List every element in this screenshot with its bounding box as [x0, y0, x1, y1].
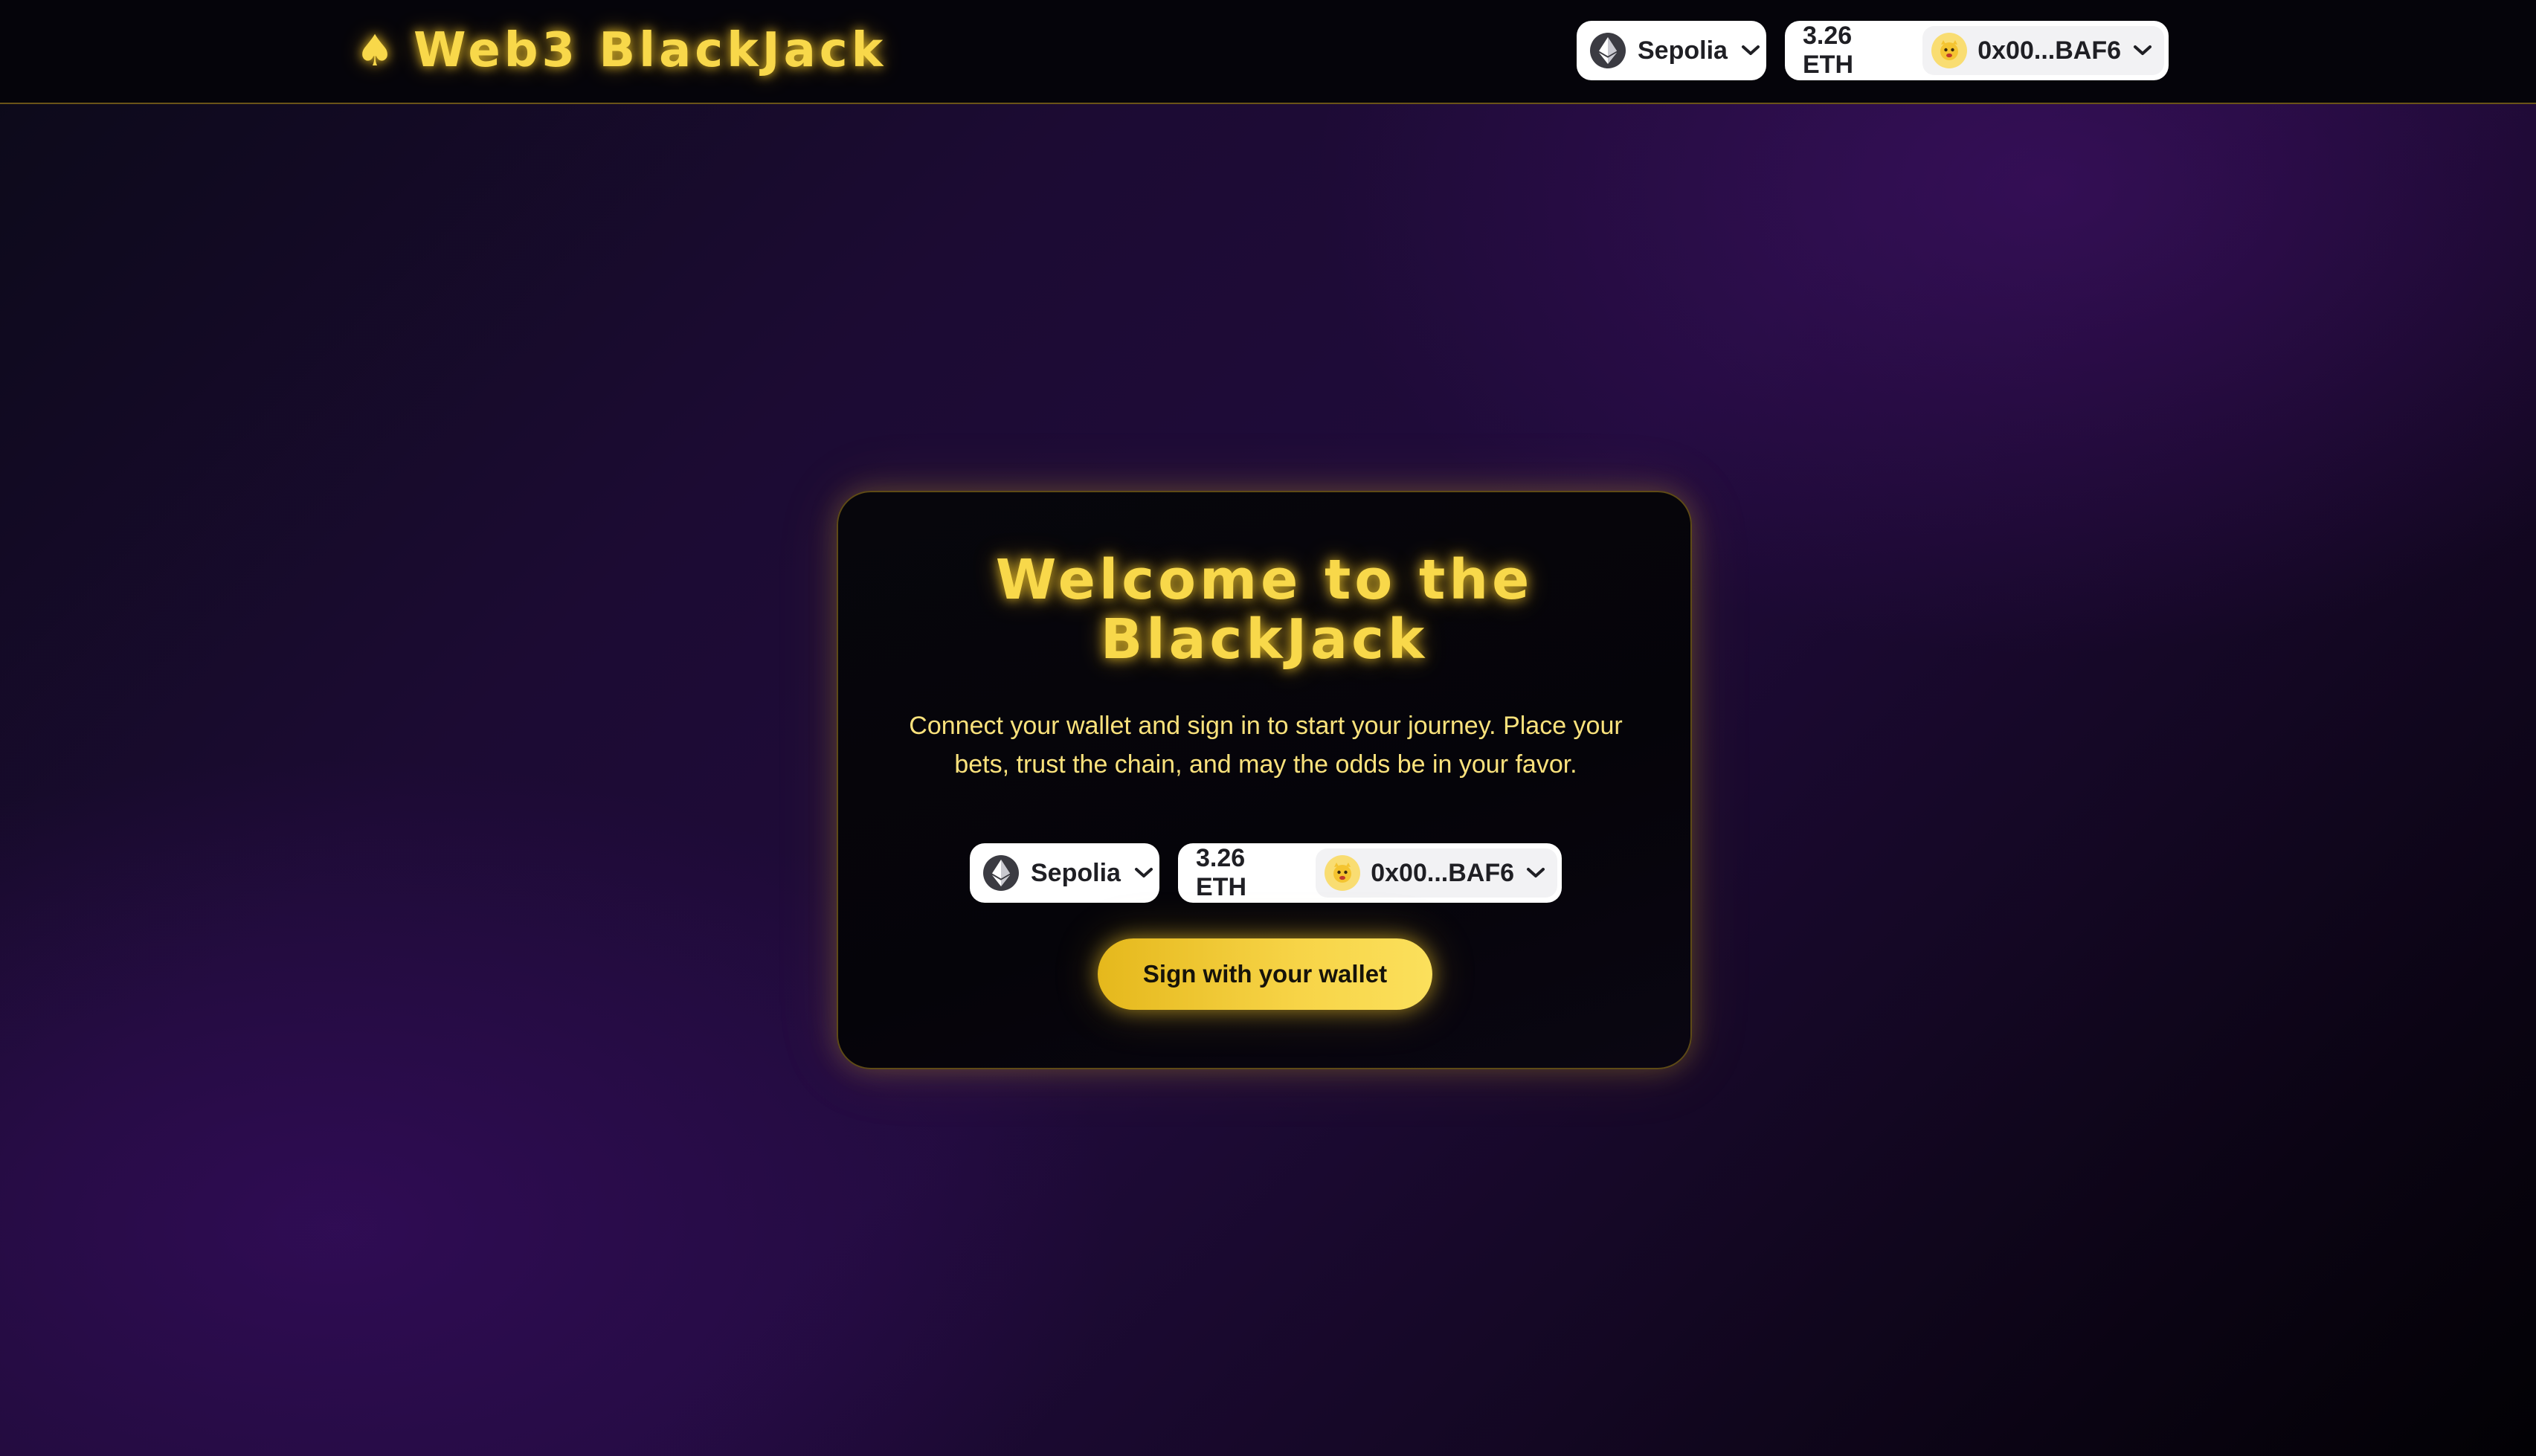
- wallet-address: 0x00...BAF6: [1977, 36, 2121, 65]
- welcome-title: Welcome to the BlackJack: [838, 550, 1690, 669]
- account-button[interactable]: 3.26 ETH 0x00...BAF6: [1785, 21, 2169, 80]
- wallet-balance: 3.26 ETH: [1803, 22, 1853, 79]
- ethereum-icon: [983, 855, 1019, 891]
- card-network-selector-button[interactable]: Sepolia: [970, 843, 1159, 903]
- spade-icon: ♠: [355, 25, 394, 76]
- welcome-card: Welcome to the BlackJack Connect your wa…: [837, 491, 1692, 1069]
- brand-title: Web3 BlackJack: [413, 23, 887, 78]
- chevron-down-icon: [1134, 862, 1153, 884]
- welcome-title-line-1: Welcome to the: [995, 548, 1533, 612]
- chevron-down-icon: [1741, 39, 1760, 62]
- top-navbar: ♠ Web3 BlackJack Sepolia 3.26 ETH 0x00..…: [0, 0, 2536, 104]
- brand-logo[interactable]: ♠ Web3 BlackJack: [355, 21, 886, 80]
- card-account-button[interactable]: 3.26 ETH 0x00...BAF6: [1178, 843, 1562, 903]
- network-selector-button[interactable]: Sepolia: [1577, 21, 1766, 80]
- chevron-down-icon: [2131, 39, 2154, 62]
- avatar-icon: [1931, 33, 1968, 68]
- address-chip[interactable]: 0x00...BAF6: [1316, 848, 1557, 898]
- network-name: Sepolia: [1638, 36, 1728, 65]
- wallet-balance: 3.26 ETH: [1196, 844, 1246, 901]
- ethereum-icon: [1590, 33, 1626, 68]
- avatar-icon: [1325, 855, 1361, 891]
- chevron-down-icon: [1525, 862, 1547, 884]
- network-name: Sepolia: [1031, 858, 1121, 887]
- wallet-address: 0x00...BAF6: [1371, 858, 1514, 887]
- welcome-description: Connect your wallet and sign in to start…: [901, 706, 1630, 784]
- welcome-title-line-2: BlackJack: [1100, 608, 1429, 671]
- welcome-description-line-2: bets, trust the chain, and may the odds …: [954, 750, 1577, 779]
- welcome-description-line-1: Connect your wallet and sign in to start…: [909, 712, 1623, 740]
- sign-with-wallet-button[interactable]: Sign with your wallet: [1098, 938, 1432, 1010]
- address-chip[interactable]: 0x00...BAF6: [1922, 26, 2164, 75]
